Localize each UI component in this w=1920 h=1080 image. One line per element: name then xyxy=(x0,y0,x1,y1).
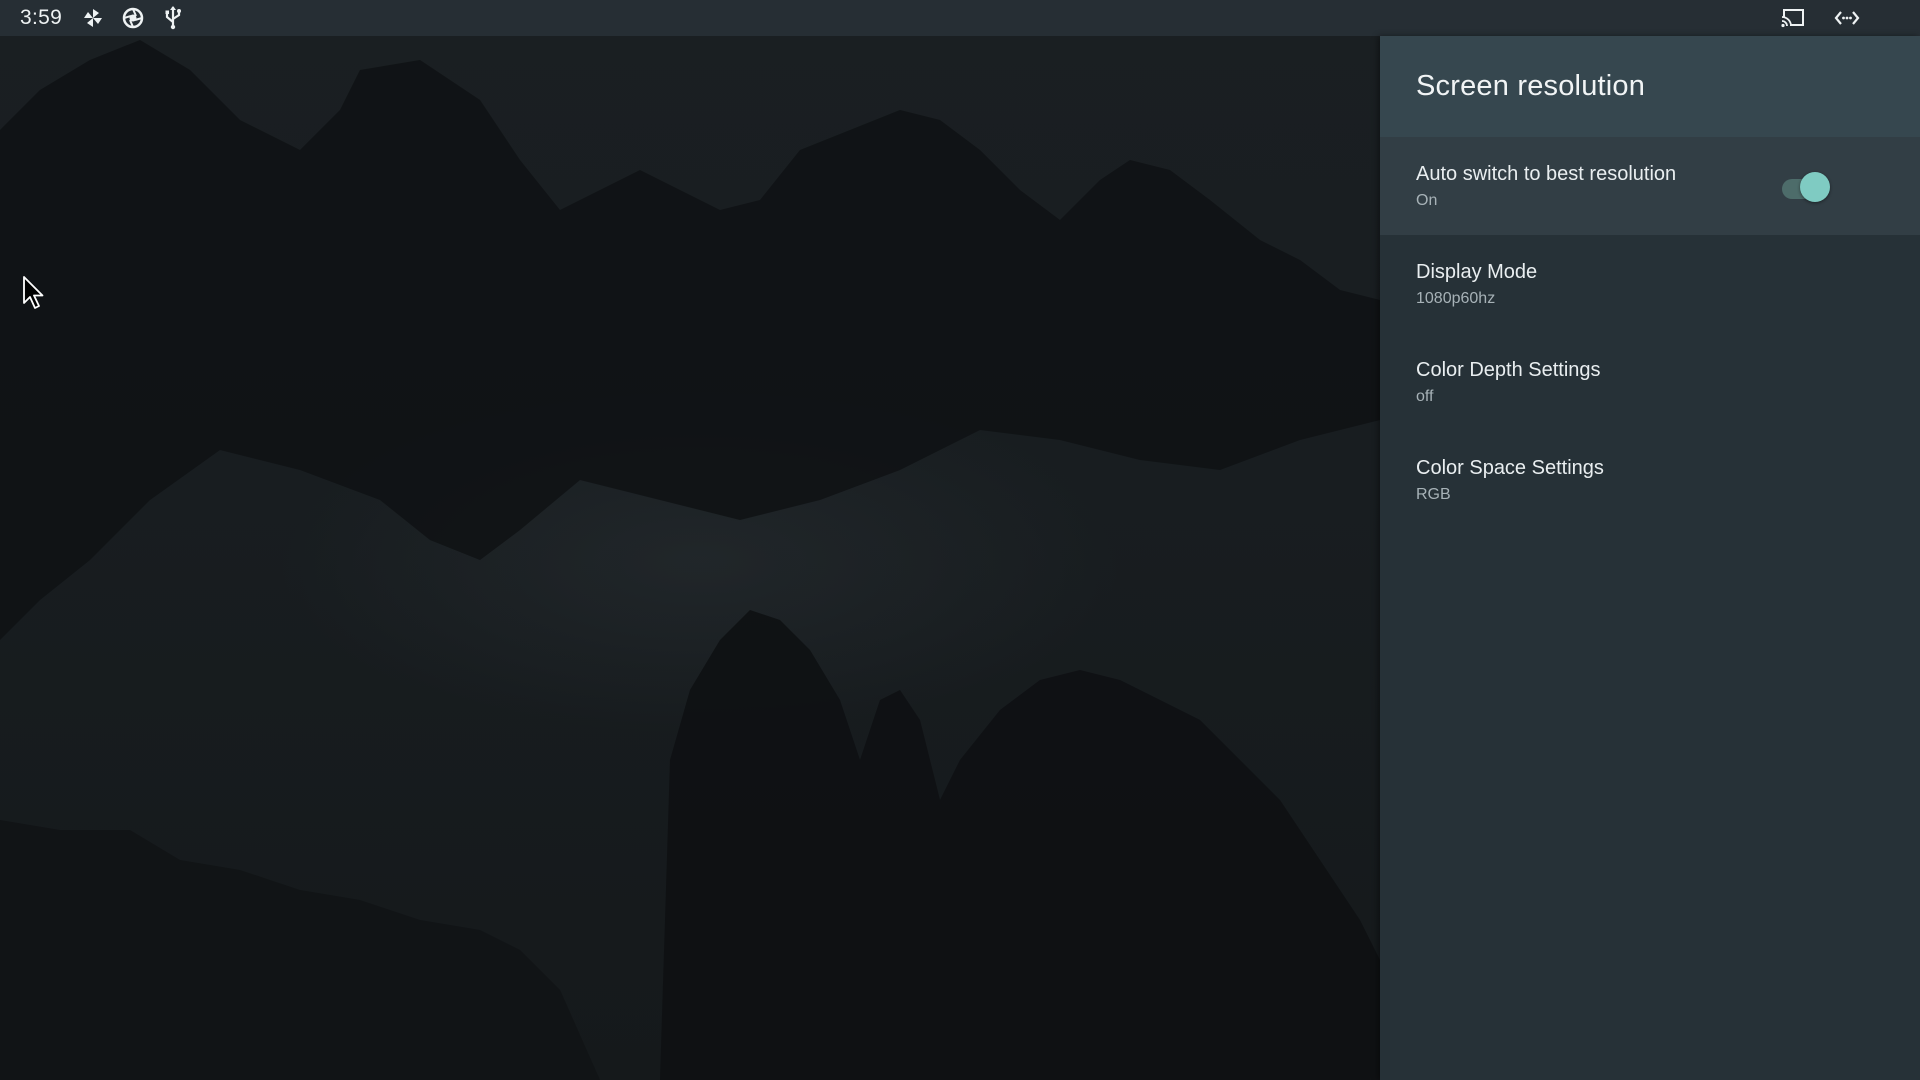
aperture-icon xyxy=(120,5,146,31)
clock: 3:59 xyxy=(20,6,63,29)
pref-color-depth[interactable]: Color Depth Settings off xyxy=(1380,333,1920,431)
settings-panel: Screen resolution Auto switch to best re… xyxy=(1380,36,1920,1080)
pref-summary: On xyxy=(1416,191,1438,209)
pref-title: Auto switch to best resolution xyxy=(1416,162,1677,185)
developer-mode-icon xyxy=(1834,5,1860,31)
panel-header: Screen resolution xyxy=(1380,36,1920,137)
pref-summary: RGB xyxy=(1416,485,1451,503)
cast-icon xyxy=(1780,5,1806,31)
pref-color-space[interactable]: Color Space Settings RGB xyxy=(1380,431,1920,529)
pinwheel-icon xyxy=(80,5,106,31)
page-title: Screen resolution xyxy=(1416,70,1646,102)
mouse-cursor-icon xyxy=(23,276,47,317)
pref-summary: off xyxy=(1416,387,1434,405)
usb-icon xyxy=(160,5,186,31)
status-bar: 3:59 xyxy=(0,0,1920,36)
pref-title: Display Mode xyxy=(1416,260,1538,283)
pref-display-mode[interactable]: Display Mode 1080p60hz xyxy=(1380,235,1920,333)
pref-summary: 1080p60hz xyxy=(1416,289,1496,307)
pref-title: Color Depth Settings xyxy=(1416,358,1601,381)
pref-auto-switch-resolution[interactable]: Auto switch to best resolution On xyxy=(1380,137,1920,235)
toggle-thumb xyxy=(1800,172,1830,202)
auto-switch-toggle[interactable] xyxy=(1782,169,1832,203)
mountain-silhouettes xyxy=(0,40,1380,1080)
pref-title: Color Space Settings xyxy=(1416,456,1604,479)
